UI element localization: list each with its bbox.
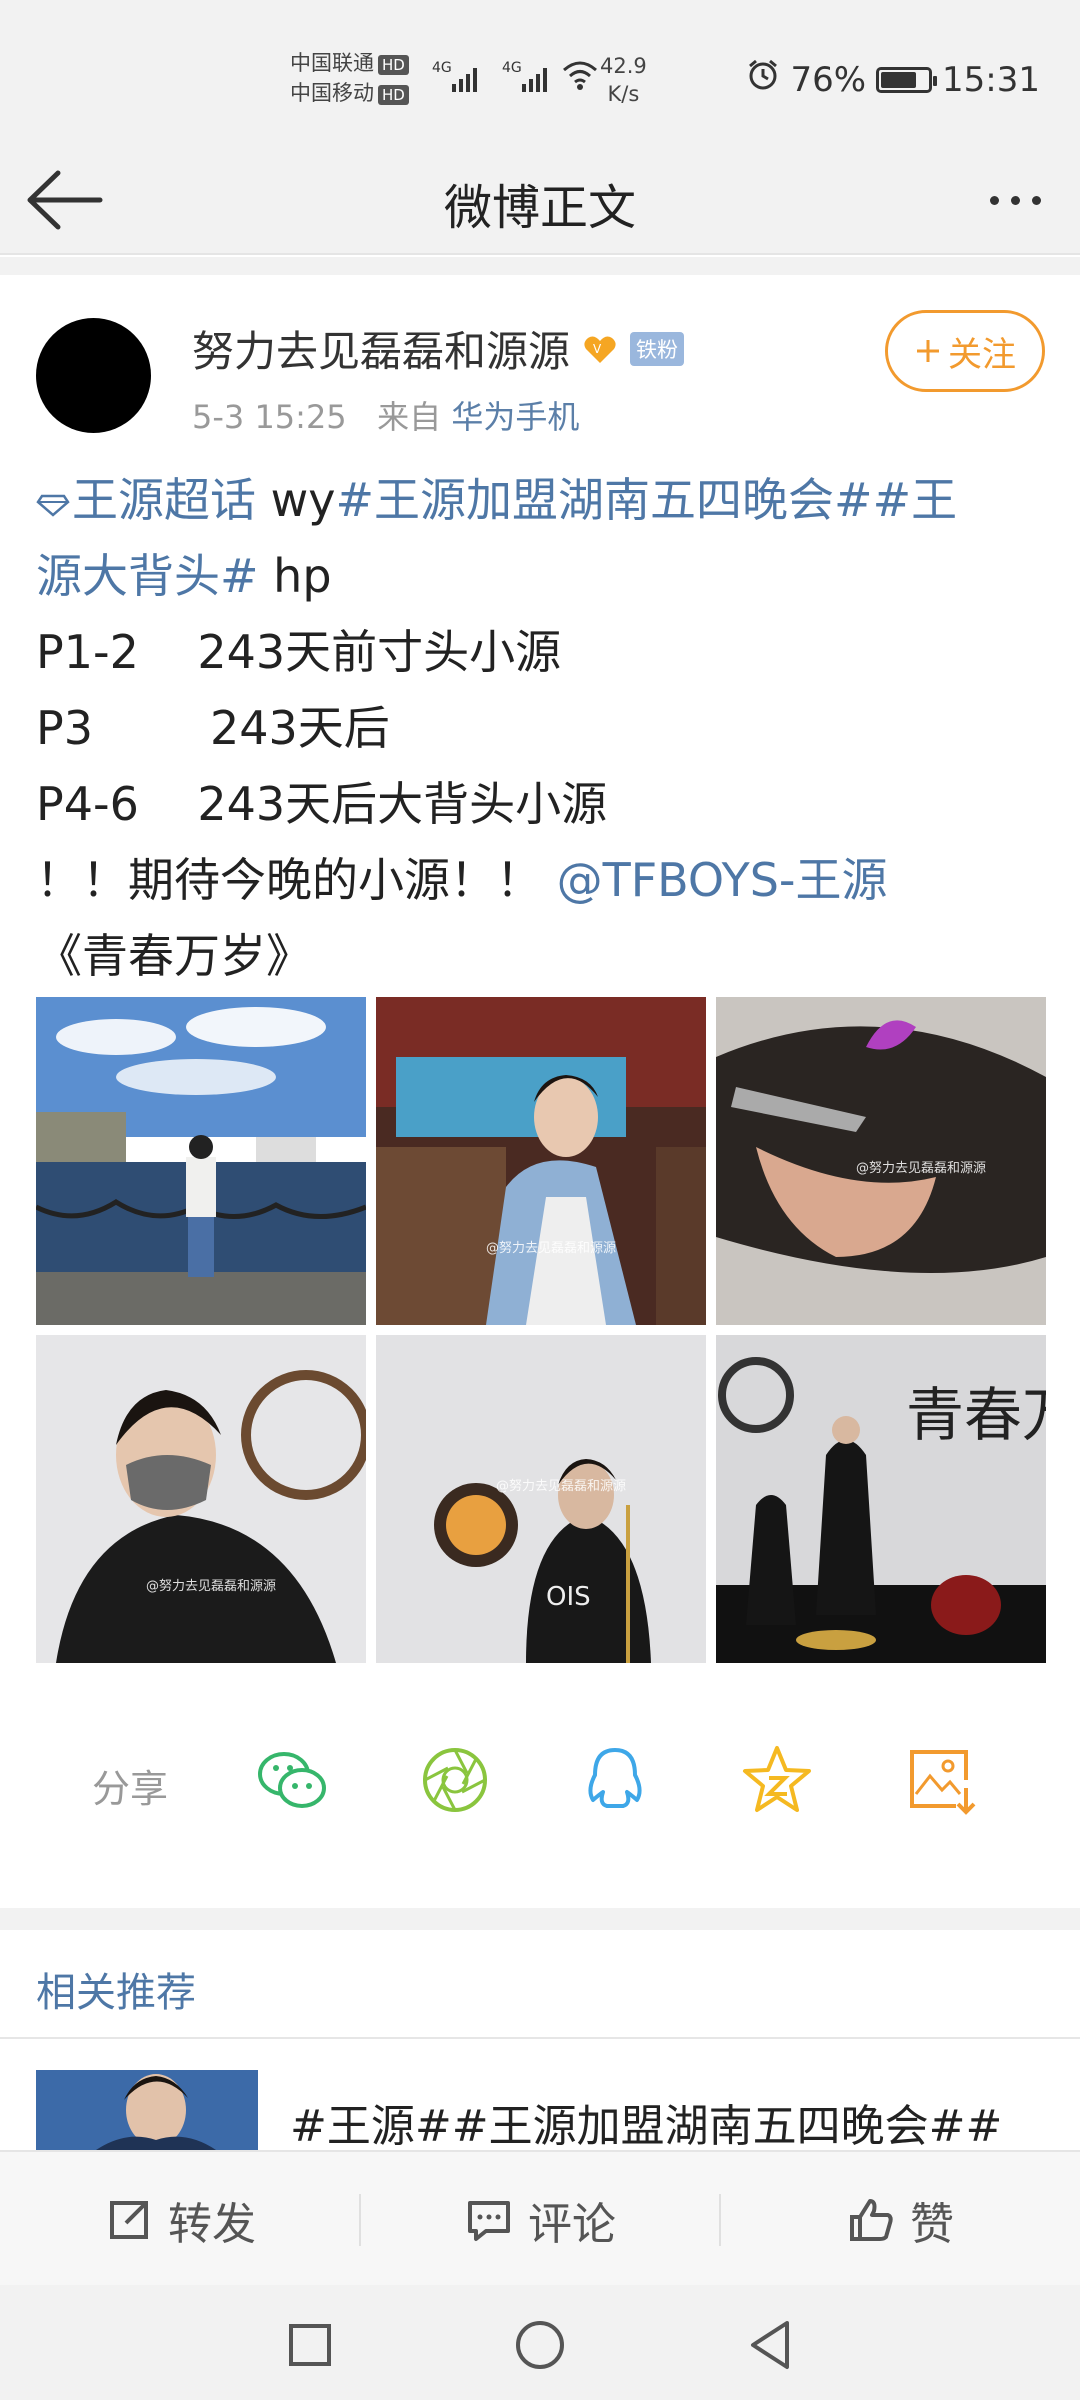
speed-unit: K/s: [607, 82, 640, 106]
clock: 15:31: [942, 59, 1040, 100]
battery-fill: [881, 71, 916, 88]
comment-label: 评论: [528, 2198, 616, 2250]
text-line-5: P4-6 243天后大背头小源: [36, 777, 608, 831]
hashtag-link[interactable]: 源大背头#: [36, 549, 259, 603]
square-icon: [289, 2324, 331, 2366]
fan-badge: 铁粉: [630, 331, 685, 366]
text-plain: hp: [258, 549, 332, 603]
thumbs-up-icon: [850, 2198, 893, 2241]
vip-heart-icon: V: [580, 329, 620, 369]
username[interactable]: 努力去见磊磊和源源: [192, 318, 570, 379]
hd-badge: HD: [378, 85, 409, 105]
qzone-icon[interactable]: [737, 1740, 817, 1820]
photo-3[interactable]: @努力去见磊磊和源源: [716, 997, 1046, 1325]
text-line-7: 《青春万岁》: [36, 929, 312, 983]
alarm-icon: [746, 58, 780, 101]
post-body: 王源超话 wy#王源加盟湖南五四晚会##王 源大背头# hp P1-2 243天…: [36, 462, 1046, 994]
text-line-6: ！！期待今晚的小源！！ @TFBOYS-王源: [36, 842, 1046, 918]
follow-button[interactable]: 关注: [885, 310, 1045, 392]
battery-percent: 76%: [790, 59, 867, 100]
super-topic-link[interactable]: 王源超话: [36, 473, 256, 527]
status-bar: 中国联通 HD 中国移动 HD 4G 4G 42.9 K/s 76% 15:31: [0, 0, 1080, 140]
mention-link[interactable]: @TFBOYS-王源: [557, 853, 888, 907]
divider: [0, 2037, 1080, 2039]
circle-icon: [516, 2321, 564, 2369]
hashtag-link[interactable]: #王源加盟湖南五四晚会#: [335, 473, 872, 527]
system-back-button[interactable]: [735, 2310, 805, 2380]
post-action-bar: 转发 评论 赞: [0, 2150, 1080, 2285]
network-4g-label: 4G: [432, 60, 452, 76]
related-title: 相关推荐: [36, 1970, 196, 2016]
diamond-icon: [36, 494, 70, 517]
signal-icons: 4G 4G: [430, 58, 580, 102]
text-line-4: P3 243天后: [36, 701, 390, 755]
wifi-icon: [560, 58, 600, 96]
repost-label: 转发: [168, 2198, 256, 2250]
share-row: 分享: [0, 1730, 1080, 1830]
user-avatar[interactable]: [36, 318, 151, 433]
post-author: 努力去见磊磊和源源 V 铁粉: [192, 318, 685, 379]
photo-6[interactable]: 青春万: [716, 1335, 1046, 1663]
text-line-3: P1-2 243天前寸头小源: [36, 625, 562, 679]
post-meta: 5-3 15:25 来自 华为手机: [192, 392, 579, 438]
repost-icon: [110, 2200, 148, 2239]
comment-icon: [468, 2200, 510, 2241]
wechat-icon[interactable]: [252, 1740, 332, 1820]
moments-icon[interactable]: [415, 1740, 495, 1820]
more-dot-icon: [1010, 195, 1020, 205]
recent-apps-button[interactable]: [275, 2310, 345, 2380]
triangle-back-icon: [751, 2321, 789, 2369]
photo-watermark: @努力去见磊磊和源源: [146, 1579, 277, 1594]
follow-label: 关注: [948, 334, 1016, 375]
carrier-info: 中国联通 HD 中国移动 HD: [290, 48, 409, 108]
image-grid: @努力去见磊磊和源源 @努力去见磊磊和源源 @努力去见磊磊和源源 OIS @努力…: [36, 997, 1046, 1663]
repost-button[interactable]: 转发: [0, 2152, 360, 2287]
post-source[interactable]: 华为手机: [451, 398, 579, 436]
network-4g-label-2: 4G: [502, 60, 522, 76]
super-topic-label: 王源超话: [72, 473, 256, 527]
share-label: 分享: [92, 1767, 169, 1811]
comment-button[interactable]: 评论: [360, 2152, 720, 2287]
svg-text:V: V: [593, 342, 602, 356]
speed-value: 42.9: [600, 54, 647, 78]
more-dot-icon: [1031, 195, 1041, 205]
photo-5[interactable]: OIS @努力去见磊磊和源源: [376, 1335, 706, 1663]
related-thumbnail[interactable]: [36, 2070, 258, 2150]
like-button[interactable]: 赞: [720, 2152, 1080, 2287]
text-plain: wy: [256, 473, 336, 527]
page-title: 微博正文: [443, 180, 636, 236]
photo-watermark: @努力去见磊磊和源源: [496, 1479, 627, 1494]
net-speed: 42.9 K/s: [600, 52, 647, 108]
plus-icon: [917, 340, 939, 362]
qq-icon[interactable]: [575, 1740, 655, 1820]
carrier-1: 中国联通: [290, 51, 374, 75]
carrier-2: 中国移动: [290, 81, 374, 105]
system-nav-bar: [0, 2285, 1080, 2400]
text-plain: ！！期待今晚的小源！！: [36, 853, 542, 907]
text-line-1: 王源超话 wy#王源加盟湖南五四晚会##王: [36, 462, 1046, 538]
more-options-button[interactable]: [970, 170, 1060, 230]
more-dot-icon: [989, 195, 999, 205]
photo-4[interactable]: @努力去见磊磊和源源: [36, 1335, 366, 1663]
top-nav-bar: 微博正文: [0, 140, 1080, 255]
photo-2[interactable]: @努力去见磊磊和源源: [376, 997, 706, 1325]
photo-watermark: @努力去见磊磊和源源: [856, 1161, 987, 1176]
battery-icon: [876, 66, 938, 93]
hashtag-link[interactable]: #王: [873, 473, 958, 527]
photo-watermark: @努力去见磊磊和源源: [486, 1241, 617, 1256]
from-label: 来自: [377, 398, 442, 436]
photo-1[interactable]: [36, 997, 366, 1325]
save-image-icon[interactable]: [900, 1740, 980, 1820]
related-item-text[interactable]: #王源##王源加盟湖南五四晚会##: [290, 2090, 1002, 2154]
status-right: 76% 15:31: [746, 58, 1040, 101]
post-date: 5-3 15:25: [192, 398, 347, 436]
hd-badge: HD: [378, 55, 409, 75]
text-line-2: 源大背头# hp: [36, 538, 1046, 614]
home-button[interactable]: [505, 2310, 575, 2380]
section-gap: [0, 1908, 1080, 1930]
svg-text:OIS: OIS: [546, 1582, 591, 1612]
section-gap: [0, 257, 1080, 275]
like-label: 赞: [910, 2198, 954, 2250]
svg-text:青春万: 青春万: [906, 1381, 1046, 1449]
